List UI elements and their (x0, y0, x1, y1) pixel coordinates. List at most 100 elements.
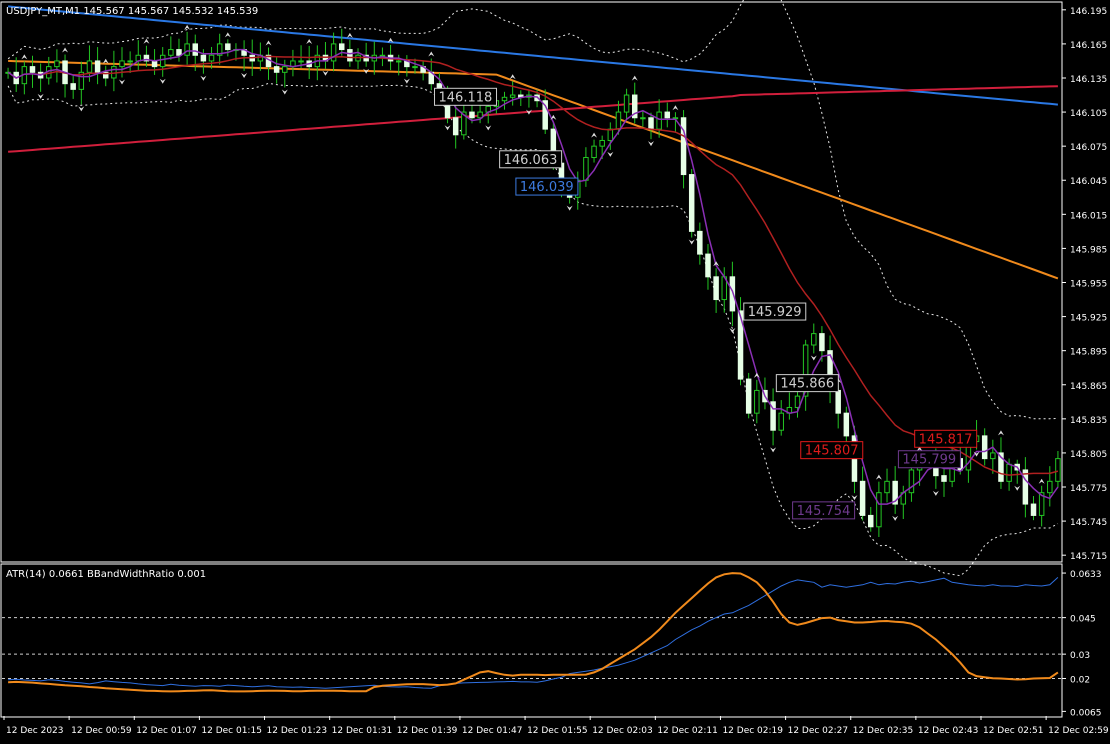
candle-body (1022, 469, 1029, 505)
price-tick-label: 145.835 (1070, 416, 1107, 426)
candle-body (697, 230, 703, 255)
candle-body (469, 111, 475, 119)
candle-body (347, 49, 353, 62)
price-annotation-label: 145.817 (919, 432, 973, 447)
indicator-tick-label: 0.03 (1070, 651, 1090, 661)
candle-body (615, 111, 622, 130)
chart-canvas[interactable]: 146.118 146.063 146.039 145.929 145.866 145.8… (0, 0, 1110, 740)
price-tick-label: 146.195 (1070, 7, 1107, 17)
candle-body (680, 117, 687, 176)
candle-body (623, 94, 630, 113)
trading-chart[interactable]: 146.118 146.063 146.039 145.929 145.866 145.8… (0, 0, 1110, 740)
candle-body (159, 54, 166, 68)
candle-body (754, 389, 760, 414)
candle-body (1006, 463, 1012, 482)
candle-body (705, 253, 711, 278)
candle-body (94, 60, 101, 73)
indicator-tick-label: 0.045 (1070, 615, 1096, 625)
candle-body (273, 66, 280, 73)
price-tick-label: 145.745 (1070, 518, 1107, 528)
candle-body (1047, 480, 1053, 494)
candle-body (395, 60, 402, 63)
candle-body (884, 480, 890, 494)
price-tick-label: 146.135 (1070, 75, 1107, 85)
candle-body (859, 480, 866, 516)
indicator-tick-label: 0.0065 (1070, 708, 1102, 718)
candle-body (119, 60, 125, 68)
candle-body (176, 49, 182, 56)
price-tick-label: 146.075 (1070, 143, 1107, 153)
candle-body (688, 174, 695, 232)
time-tick-label: 12 Dec 02:27 (788, 726, 849, 736)
candle-body (908, 469, 915, 494)
time-tick-label: 12 Dec 01:23 (267, 726, 328, 736)
indicator-tick-label: 0.02 (1070, 676, 1090, 686)
candle-body (713, 276, 719, 301)
candle-body (200, 54, 207, 62)
time-tick-label: 12 Dec 01:31 (332, 726, 393, 736)
candle-body (29, 66, 36, 73)
candle-body (509, 94, 516, 98)
price-tick-label: 145.715 (1070, 552, 1107, 562)
price-tick-label: 145.775 (1070, 484, 1107, 494)
candle-body (339, 43, 345, 51)
candle-body (151, 60, 158, 68)
candle-body (412, 66, 418, 69)
price-annotation-label: 145.799 (902, 453, 956, 468)
candle-body (452, 117, 459, 136)
time-tick-label: 12 Dec 02:19 (722, 726, 783, 736)
price-tick-label: 146.045 (1070, 177, 1107, 187)
candle-body (745, 378, 752, 414)
candle-body (835, 389, 841, 414)
price-tick-label: 146.165 (1070, 41, 1107, 51)
price-tick-label: 145.955 (1070, 280, 1107, 290)
time-tick-label: 12 Dec 02:43 (918, 726, 979, 736)
price-annotation-label: 145.807 (805, 444, 859, 459)
price-tick-label: 145.805 (1070, 450, 1107, 460)
time-tick-label: 12 Dec 02:11 (657, 726, 718, 736)
time-tick-label: 12 Dec 01:15 (201, 726, 262, 736)
candle-body (591, 145, 597, 159)
candle-body (819, 333, 825, 352)
candle-body (225, 43, 231, 51)
time-tick-label: 12 Dec 00:59 (71, 726, 132, 736)
candle-body (607, 128, 614, 141)
candle-body (501, 96, 508, 102)
candle-body (70, 83, 76, 90)
candle-body (648, 117, 654, 130)
price-annotation-label: 146.063 (504, 153, 558, 168)
candle-body (656, 111, 662, 130)
candle-body (127, 60, 133, 63)
price-tick-label: 145.985 (1070, 245, 1107, 255)
price-tick-label: 146.105 (1070, 109, 1107, 119)
time-tick-label: 12 Dec 2023 (6, 726, 64, 736)
time-tick-label: 12 Dec 01:07 (136, 726, 197, 736)
candle-body (298, 60, 304, 63)
candle-body (981, 435, 988, 460)
price-tick-label: 145.925 (1070, 314, 1107, 324)
price-annotation-label: 145.929 (748, 305, 802, 320)
candle-body (664, 111, 671, 119)
candle-body (282, 66, 288, 73)
candle-body (330, 43, 337, 62)
candle-body (184, 43, 190, 56)
time-tick-label: 12 Dec 02:51 (983, 726, 1044, 736)
price-annotation-label: 145.754 (797, 504, 851, 519)
time-tick-label: 12 Dec 01:47 (462, 726, 523, 736)
candle-body (876, 492, 882, 528)
candle-body (941, 475, 947, 482)
time-tick-label: 12 Dec 02:03 (592, 726, 653, 736)
indicator-title: ATR(14) 0.0661 BBandWidthRatio 0.001 (6, 569, 206, 580)
price-tick-label: 145.895 (1070, 348, 1107, 358)
indicator-tick-label: 0.0633 (1070, 570, 1102, 580)
candle-body (168, 49, 174, 56)
candle-body (811, 333, 817, 346)
candle-body (1030, 503, 1037, 516)
time-tick-label: 12 Dec 01:39 (397, 726, 458, 736)
candle-body (599, 139, 605, 147)
candle-body (778, 412, 784, 431)
time-tick-label: 12 Dec 02:35 (853, 726, 914, 736)
candle-body (843, 412, 850, 437)
price-tick-label: 146.015 (1070, 211, 1107, 221)
candle-body (192, 43, 198, 56)
